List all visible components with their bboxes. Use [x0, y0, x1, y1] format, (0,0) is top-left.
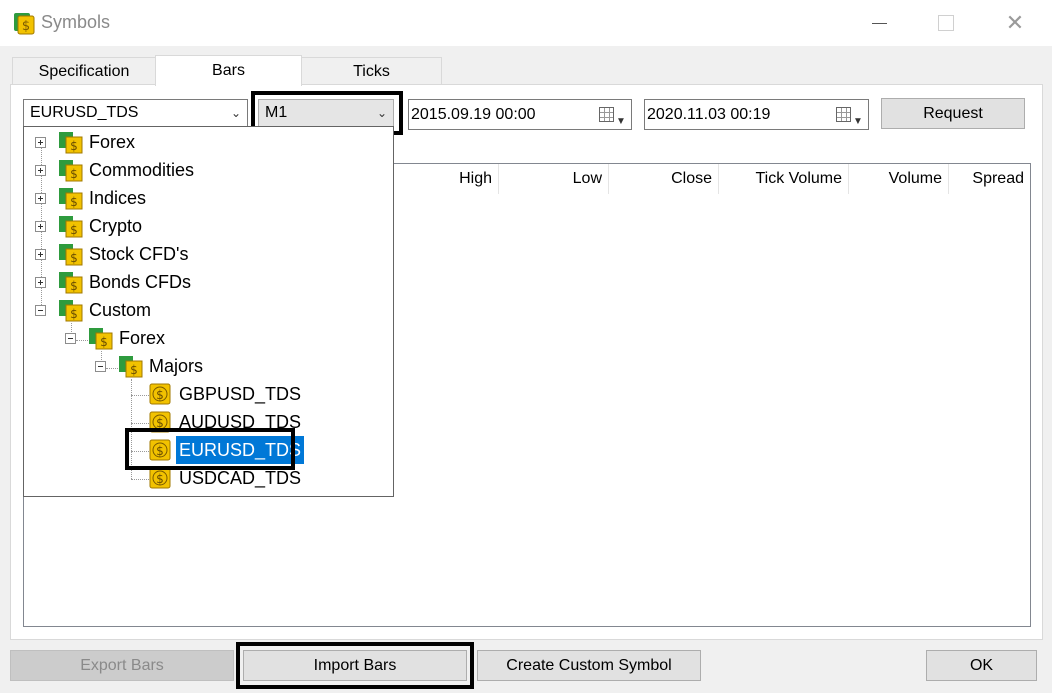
- svg-text:$: $: [130, 363, 138, 377]
- tree-connector: [131, 479, 149, 480]
- symbols-app-icon: $: [14, 13, 35, 35]
- column-header-low[interactable]: Low: [499, 164, 609, 194]
- tree-connector: [131, 395, 149, 396]
- column-header-spread[interactable]: Spread: [949, 164, 1030, 194]
- folder-symbol-icon: $: [59, 272, 83, 294]
- export-bars-button[interactable]: Export Bars: [10, 650, 234, 681]
- folder-symbol-icon: $: [119, 356, 143, 378]
- folder-symbol-icon: $: [59, 300, 83, 322]
- svg-text:$: $: [100, 335, 108, 349]
- folder-symbol-icon: $: [59, 244, 83, 266]
- tab-bars[interactable]: Bars: [155, 55, 302, 86]
- column-header-tick-volume[interactable]: Tick Volume: [719, 164, 849, 194]
- folder-symbol-icon: $: [89, 328, 113, 350]
- svg-text:$: $: [70, 139, 78, 153]
- maximize-button[interactable]: [922, 8, 968, 38]
- calendar-dropdown-icon[interactable]: ▼: [599, 107, 626, 127]
- close-button[interactable]: ✕: [992, 8, 1038, 38]
- svg-text:$: $: [22, 19, 30, 34]
- svg-text:$: $: [156, 388, 164, 402]
- collapse-icon[interactable]: [65, 333, 76, 344]
- folder-symbol-icon: $: [59, 132, 83, 154]
- expand-icon[interactable]: [35, 249, 46, 260]
- svg-text:$: $: [70, 223, 78, 237]
- date-from-picker[interactable]: 2015.09.19 00:00 ▼: [408, 99, 632, 130]
- symbol-select-value: EURUSD_TDS: [30, 104, 139, 121]
- title-bar: $ Symbols ✕: [0, 0, 1052, 46]
- collapse-icon[interactable]: [95, 361, 106, 372]
- tree-connector: [131, 423, 149, 424]
- folder-symbol-icon: $: [59, 160, 83, 182]
- expand-icon[interactable]: [35, 193, 46, 204]
- calendar-dropdown-icon[interactable]: ▼: [836, 107, 863, 127]
- chevron-down-icon: ⌄: [230, 106, 241, 120]
- folder-symbol-icon: $: [59, 188, 83, 210]
- collapse-icon[interactable]: [35, 305, 46, 316]
- import-highlight-frame: [236, 642, 474, 689]
- date-to-picker[interactable]: 2020.11.03 00:19 ▼: [644, 99, 869, 130]
- date-from-value: 2015.09.19 00:00: [411, 106, 536, 123]
- ok-button[interactable]: OK: [926, 650, 1037, 681]
- column-header-high[interactable]: High: [389, 164, 499, 194]
- expand-icon[interactable]: [35, 221, 46, 232]
- svg-text:$: $: [70, 167, 78, 181]
- symbol-select[interactable]: EURUSD_TDS ⌄: [23, 99, 248, 127]
- column-header-close[interactable]: Close: [609, 164, 719, 194]
- expand-icon[interactable]: [35, 137, 46, 148]
- eurusd-highlight-frame: [125, 428, 295, 470]
- currency-symbol-icon: $: [149, 467, 171, 489]
- svg-text:$: $: [156, 472, 164, 486]
- expand-icon[interactable]: [35, 165, 46, 176]
- date-to-value: 2020.11.03 00:19: [647, 106, 771, 123]
- currency-symbol-icon: $: [149, 383, 171, 405]
- minimize-button[interactable]: [856, 8, 902, 38]
- expand-icon[interactable]: [35, 277, 46, 288]
- tab-ticks[interactable]: Ticks: [301, 57, 442, 85]
- tab-specification[interactable]: Specification: [12, 57, 156, 85]
- request-button[interactable]: Request: [881, 98, 1025, 129]
- svg-text:$: $: [70, 251, 78, 265]
- svg-text:$: $: [70, 195, 78, 209]
- column-header-volume[interactable]: Volume: [849, 164, 949, 194]
- svg-text:$: $: [70, 279, 78, 293]
- window-title: Symbols: [41, 12, 111, 32]
- folder-symbol-icon: $: [59, 216, 83, 238]
- create-custom-symbol-button[interactable]: Create Custom Symbol: [477, 650, 701, 681]
- svg-text:$: $: [70, 307, 78, 321]
